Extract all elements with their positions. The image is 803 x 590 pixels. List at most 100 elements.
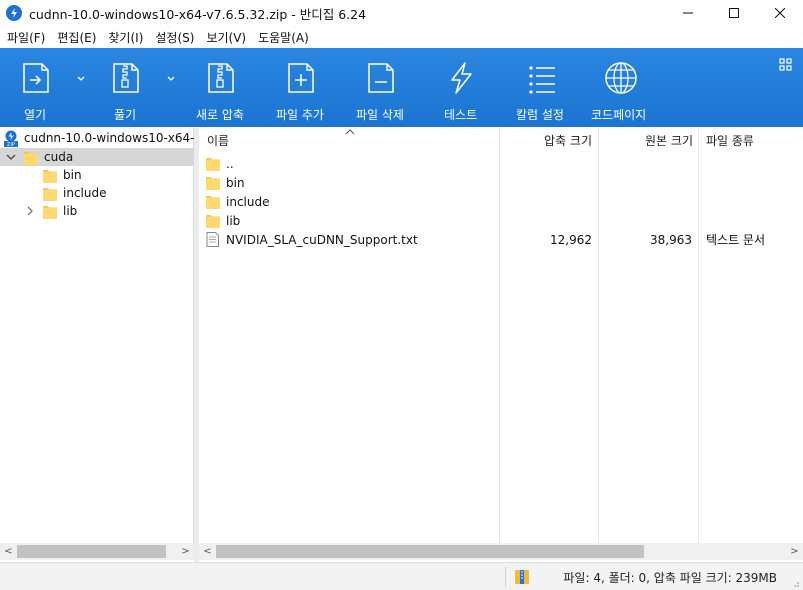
extract-dropdown-icon[interactable]: [165, 74, 177, 84]
column-header-original-label: 원본 크기: [645, 133, 693, 148]
tree-root[interactable]: ZIP cudnn-10.0-windows10-x64-v7: [3, 129, 209, 147]
scrollbar-thumb[interactable]: [216, 545, 644, 558]
folder-icon: [206, 177, 220, 190]
file-type-cell: 텍스트 문서: [706, 233, 766, 247]
window-controls: [665, 0, 803, 26]
close-button[interactable]: [757, 0, 803, 26]
packed-size-cell: 12,962: [550, 232, 592, 247]
maximize-button[interactable]: [711, 0, 757, 26]
delete-file-button[interactable]: 파일 삭제: [356, 48, 404, 127]
list-columns-icon: [529, 66, 555, 94]
layout-grid-icon[interactable]: [779, 58, 793, 72]
scrollbar-thumb[interactable]: [17, 545, 166, 558]
bandizip-window: cudnn-10.0-windows10-x64-v7.6.5.32.zip -…: [0, 0, 803, 590]
menu-bar: 파일(F) 편집(E) 찾기(I) 설정(S) 보기(V) 도움말(A): [0, 26, 803, 48]
column-header-name-label: 이름: [207, 133, 230, 148]
add-file-label: 파일 추가: [276, 108, 324, 122]
open-label: 열기: [24, 108, 47, 122]
tree-item-include[interactable]: include: [43, 184, 106, 202]
new-archive-icon: [208, 63, 234, 93]
column-header-packed-label: 압축 크기: [544, 133, 592, 148]
original-size-cell: 38,963: [650, 232, 692, 247]
tree-item-bin[interactable]: bin: [43, 166, 82, 184]
delete-file-label: 파일 삭제: [356, 108, 404, 122]
delete-file-icon: [368, 63, 394, 93]
open-button[interactable]: 열기: [18, 48, 54, 127]
open-dropdown-icon[interactable]: [75, 74, 87, 84]
file-name: NVIDIA_SLA_cuDNN_Support.txt: [226, 232, 418, 247]
new-archive-button[interactable]: 새로 압축: [196, 48, 244, 127]
lightning-icon: [451, 62, 472, 94]
column-header-packed[interactable]: 압축 크기: [500, 128, 592, 152]
minimize-button[interactable]: [665, 0, 711, 26]
menu-find[interactable]: 찾기(I): [102, 29, 149, 46]
test-label: 테스트: [444, 108, 478, 122]
tree-item-cuda[interactable]: cuda: [0, 148, 193, 166]
menu-file[interactable]: 파일(F): [0, 29, 51, 46]
column-settings-button[interactable]: 칼럼 설정: [516, 48, 564, 127]
table-row[interactable]: NVIDIA_SLA_cuDNN_Support.txt 12,962 38,9…: [199, 230, 799, 249]
tree-item-label: cuda: [44, 150, 74, 164]
folder-icon: [206, 158, 220, 171]
scroll-left-icon[interactable]: <: [0, 543, 17, 560]
status-separator: [505, 567, 506, 587]
column-header-type[interactable]: 파일 종류: [706, 128, 800, 152]
scroll-right-icon[interactable]: >: [786, 543, 803, 560]
list-horizontal-scrollbar[interactable]: < >: [199, 543, 803, 560]
folder-icon: [43, 169, 57, 183]
test-button[interactable]: 테스트: [443, 48, 479, 127]
chevron-right-icon[interactable]: [24, 205, 36, 217]
toolbar: 열기 풀기 새로 압축 파일 추가 파일 삭제 테스트 칼럼 설정 코드페이지: [0, 48, 803, 127]
column-header-original[interactable]: 원본 크기: [599, 128, 693, 152]
svg-text:ZIP: ZIP: [7, 142, 15, 147]
file-name-cell: include: [206, 192, 269, 211]
window-title: cudnn-10.0-windows10-x64-v7.6.5.32.zip -…: [29, 6, 367, 22]
folder-icon: [43, 187, 57, 201]
codepage-label: 코드페이지: [591, 108, 647, 122]
table-row[interactable]: bin: [199, 173, 799, 192]
table-row[interactable]: include: [199, 192, 799, 211]
tree-item-lib[interactable]: lib: [24, 202, 77, 220]
codepage-button[interactable]: 코드페이지: [591, 48, 646, 127]
text-file-icon: [206, 232, 219, 247]
bandizip-app-icon[interactable]: [6, 5, 22, 21]
table-row[interactable]: ..: [199, 154, 799, 173]
scroll-left-icon[interactable]: <: [199, 543, 216, 560]
folder-tree: ZIP cudnn-10.0-windows10-x64-v7 cuda bin…: [0, 128, 209, 543]
table-row[interactable]: lib: [199, 211, 799, 230]
tree-horizontal-scrollbar[interactable]: < >: [0, 543, 194, 560]
menu-edit[interactable]: 편집(E): [51, 29, 102, 46]
extract-button[interactable]: 풀기: [108, 48, 144, 127]
scroll-right-icon[interactable]: >: [177, 543, 194, 560]
open-icon: [23, 63, 49, 93]
close-icon: [775, 8, 785, 18]
tree-root-label: cudnn-10.0-windows10-x64-v7: [24, 131, 209, 145]
file-name-cell: NVIDIA_SLA_cuDNN_Support.txt: [206, 230, 418, 249]
folder-icon: [206, 215, 220, 228]
status-bar: 파일: 4, 폴더: 0, 압축 파일 크기: 239MB: [0, 562, 803, 590]
file-name: bin: [226, 175, 245, 190]
folder-icon: [24, 151, 38, 165]
sort-ascending-icon: [345, 129, 355, 135]
add-file-icon: [288, 63, 314, 93]
tree-item-label: lib: [63, 204, 78, 218]
file-name: ..: [226, 156, 234, 171]
extract-zip-icon: [113, 63, 139, 93]
menu-help[interactable]: 도움말(A): [252, 29, 315, 46]
tree-item-label: bin: [63, 168, 82, 182]
minimize-icon: [683, 12, 693, 14]
zip-archive-icon: ZIP: [4, 130, 18, 147]
status-text: 파일: 4, 폴더: 0, 압축 파일 크기: 239MB: [563, 571, 777, 585]
new-archive-label: 새로 압축: [196, 108, 244, 122]
add-file-button[interactable]: 파일 추가: [276, 48, 324, 127]
extract-label: 풀기: [114, 108, 137, 122]
resize-grip-icon[interactable]: [790, 578, 800, 588]
chevron-down-icon[interactable]: [5, 151, 17, 163]
title-bar: cudnn-10.0-windows10-x64-v7.6.5.32.zip -…: [0, 0, 803, 26]
menu-view[interactable]: 보기(V): [200, 29, 252, 46]
menu-settings[interactable]: 설정(S): [149, 29, 200, 46]
column-header-type-label: 파일 종류: [706, 133, 754, 148]
maximize-icon: [729, 8, 739, 18]
file-name-cell: ..: [206, 154, 234, 173]
globe-icon: [605, 62, 637, 94]
